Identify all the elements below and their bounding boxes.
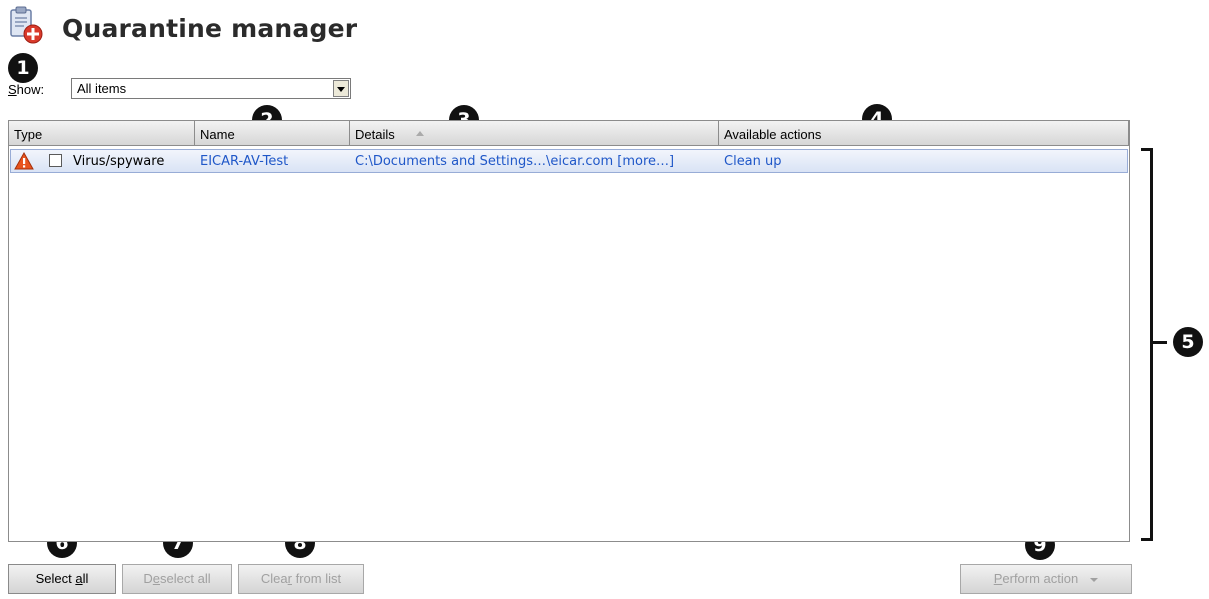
column-header-details[interactable]: Details bbox=[350, 121, 719, 145]
table-row[interactable]: Virus/spyware EICAR-AV-Test C:\Documents… bbox=[10, 149, 1128, 173]
row-checkbox[interactable] bbox=[49, 154, 62, 167]
row-name-link[interactable]: EICAR-AV-Test bbox=[200, 154, 288, 169]
column-header-type[interactable]: Type bbox=[9, 121, 195, 145]
clear-from-list-button[interactable]: Clear from list bbox=[238, 564, 364, 594]
page-title: Quarantine manager bbox=[62, 14, 358, 43]
chevron-down-icon[interactable] bbox=[1090, 577, 1099, 582]
chevron-down-icon[interactable] bbox=[333, 80, 349, 97]
deselect-all-button[interactable]: Deselect all bbox=[122, 564, 232, 594]
callout-5: 5 bbox=[1173, 327, 1203, 357]
select-all-button[interactable]: Select all bbox=[8, 564, 116, 594]
perform-action-button[interactable]: Perform action bbox=[960, 564, 1132, 594]
column-header-actions[interactable]: Available actions bbox=[719, 121, 1129, 145]
list-area-bracket-tick bbox=[1153, 341, 1167, 344]
sort-ascending-icon bbox=[416, 131, 424, 136]
clipboard-add-icon bbox=[8, 6, 44, 44]
column-header-name[interactable]: Name bbox=[195, 121, 350, 145]
warning-icon bbox=[14, 151, 34, 170]
show-dropdown-value: All items bbox=[77, 81, 127, 96]
callout-1: 1 bbox=[8, 53, 38, 83]
quarantine-list[interactable]: Type Name Details Available actions Viru… bbox=[8, 120, 1130, 542]
row-type: Virus/spyware bbox=[73, 154, 165, 169]
row-details-link[interactable]: C:\Documents and Settings…\eicar.com [mo… bbox=[355, 154, 674, 169]
list-header: Type Name Details Available actions bbox=[9, 121, 1129, 146]
show-dropdown[interactable]: All items bbox=[71, 78, 351, 99]
show-label: Show: bbox=[8, 82, 45, 97]
row-action-link[interactable]: Clean up bbox=[724, 154, 782, 169]
list-area-bracket bbox=[1141, 148, 1153, 541]
